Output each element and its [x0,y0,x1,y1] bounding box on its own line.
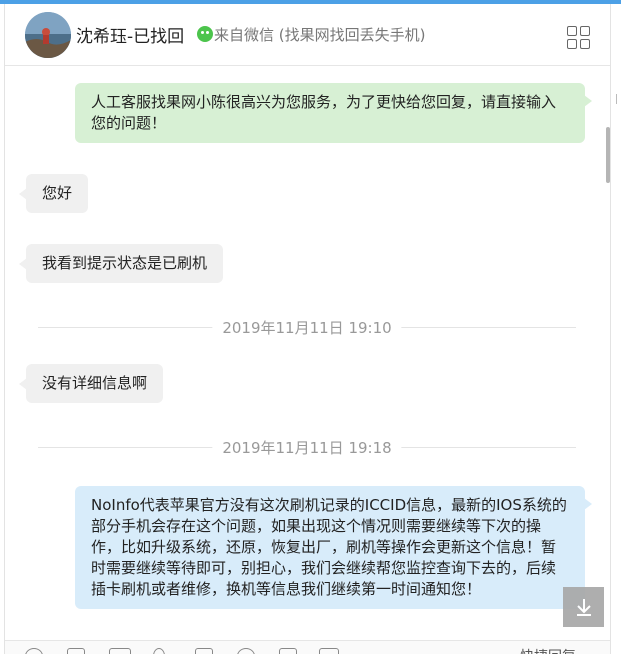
screenshot-icon[interactable] [67,648,85,654]
download-button[interactable] [563,587,604,627]
contact-name: 沈希珏-已找回 [76,27,185,47]
quick-reply-button[interactable]: 快捷回复 [520,646,576,654]
message-source-label: 来自微信 (找果网找回丢失手机) [214,26,426,44]
microphone-icon[interactable] [153,648,165,654]
grid-cell [580,26,590,36]
timestamp-label: 2019年11月11日 19:18 [212,437,402,458]
grid-cell [580,39,590,49]
avatar-photo-icon [25,12,71,58]
message-bubble-outgoing: 人工客服找果网小陈很高兴为您服务，为了更快给您回复，请直接输入您的问题！ [75,83,592,143]
video-icon[interactable] [109,648,131,654]
chat-window: 沈希珏-已找回 来自微信 (找果网找回丢失手机) 人工客服找果网小陈很高兴为您服… [4,4,611,654]
message-bubble-incoming: 没有详细信息啊 [18,364,164,403]
timestamp-divider: 2019年11月11日 19:18 [38,437,576,458]
location-icon[interactable] [237,648,255,654]
emoji-icon[interactable] [25,648,43,654]
message-bubble-incoming: 您好 [18,174,89,213]
grid-cell [567,26,577,36]
photo-icon[interactable] [319,648,339,654]
scrollbar-thumb[interactable] [606,127,610,183]
wechat-icon [197,26,213,42]
input-toolbar: 快捷回复 [5,640,610,654]
image-icon[interactable] [195,648,213,654]
settings-icon[interactable] [279,648,297,654]
edge-marker [613,88,621,110]
message-list[interactable]: 人工客服找果网小陈很高兴为您服务，为了更快给您回复，请直接输入您的问题！ 您好 … [5,67,610,640]
timestamp-label: 2019年11月11日 19:10 [212,317,402,338]
grid-apps-icon[interactable] [567,26,591,50]
grid-cell [567,39,577,49]
chat-header: 沈希珏-已找回 来自微信 (找果网找回丢失手机) [5,4,610,66]
avatar[interactable] [25,12,71,58]
timestamp-divider: 2019年11月11日 19:10 [38,317,576,338]
message-bubble-incoming: 我看到提示状态是已刷机 [18,244,224,283]
download-icon [577,599,591,616]
message-bubble-outgoing: NoInfo代表苹果官方没有这次刷机记录的ICCID信息，最新的IOS系统的部分… [75,486,592,609]
